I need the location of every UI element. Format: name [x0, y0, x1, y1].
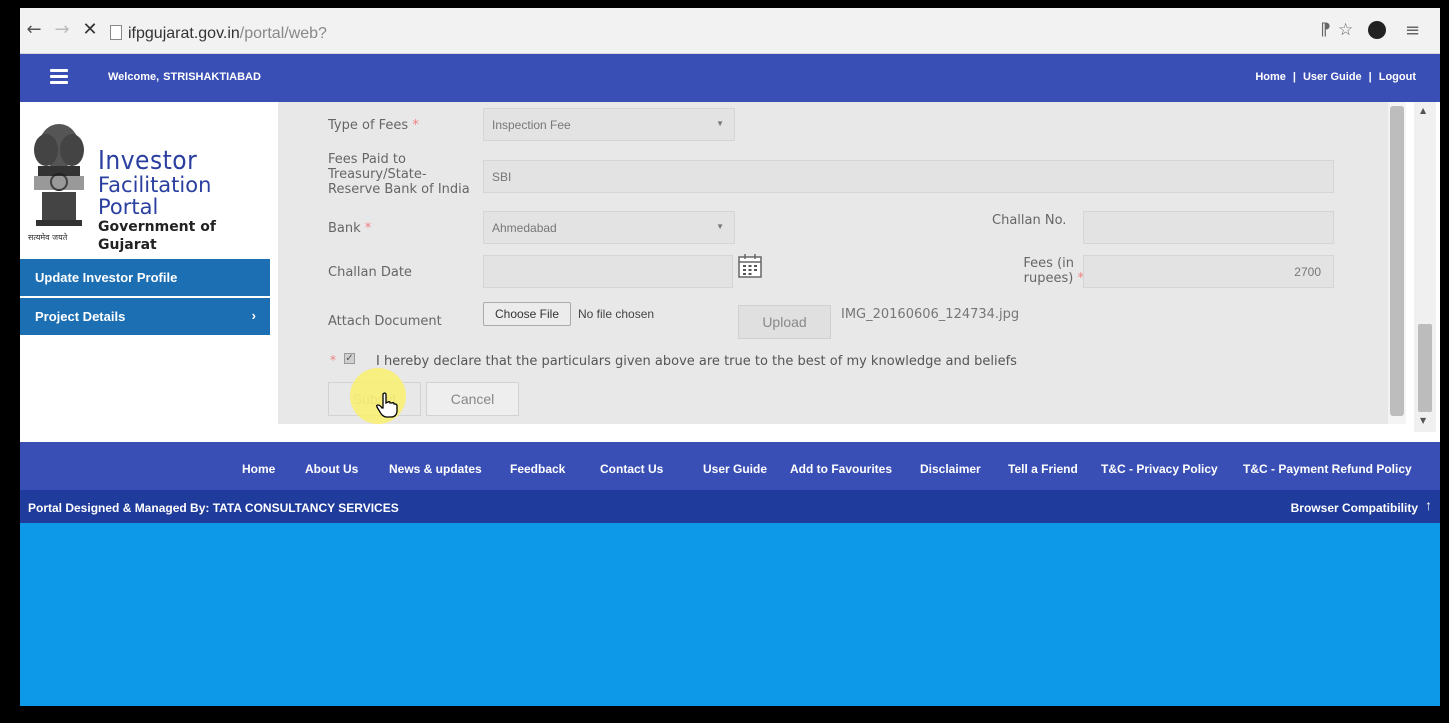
- browser-menu-icon[interactable]: ≡: [1405, 20, 1420, 41]
- fees-value: 2700: [1294, 265, 1321, 279]
- challan-no-label: Challan No.: [992, 213, 1067, 228]
- close-icon[interactable]: ✕: [80, 20, 100, 40]
- footer-link-feedback[interactable]: Feedback: [510, 462, 565, 476]
- form-scrollbar[interactable]: [1388, 102, 1406, 424]
- browser-compatibility-link[interactable]: Browser Compatibility: [1291, 501, 1418, 515]
- calendar-icon[interactable]: [736, 252, 764, 280]
- state-emblem-icon: [34, 124, 84, 226]
- chevron-down-icon: ▼: [716, 119, 724, 128]
- challan-date-label: Challan Date: [328, 265, 412, 280]
- url-path: /portal/web?: [239, 25, 327, 42]
- footer-link-favourites[interactable]: Add to Favourites: [790, 462, 892, 476]
- fees-label: Fees (in rupees) *: [1023, 256, 1084, 286]
- logo-line-1: Investor: [98, 146, 198, 176]
- form-scrollbar-thumb[interactable]: [1390, 106, 1404, 416]
- extension-icon[interactable]: ⁋: [1320, 20, 1331, 40]
- app-header: Welcome, STRISHAKTIABAD Home | User Guide | L…: [20, 54, 1440, 102]
- uploaded-file-name: IMG_20160606_124734.jpg: [841, 307, 1020, 322]
- fees-paid-to-label: Fees Paid to Treasury/State- Reserve Ban…: [328, 152, 470, 197]
- footer-link-news[interactable]: News & updates: [389, 462, 482, 476]
- attach-document-label: Attach Document: [328, 314, 442, 329]
- screen-frame: ← → ✕ ifpgujarat.gov.in/portal/web? ⁋ ☆ …: [0, 0, 1449, 723]
- credits-bar: Portal Designed & Managed By: TATA CONSU…: [20, 490, 1440, 523]
- sidebar-item-project-details[interactable]: Project Details ›: [20, 298, 270, 335]
- page-background: [20, 523, 1440, 706]
- required-marker: *: [330, 353, 336, 367]
- footer-link-tell-friend[interactable]: Tell a Friend: [1008, 462, 1078, 476]
- scroll-up-icon[interactable]: ▲: [1420, 106, 1426, 115]
- hand-pointer-icon: [376, 392, 398, 418]
- username: STRISHAKTIABAD: [163, 71, 261, 83]
- logout-link[interactable]: Logout: [1379, 71, 1416, 83]
- fees-paid-to-field[interactable]: SBI: [483, 160, 1334, 193]
- hamburger-icon[interactable]: [50, 69, 68, 84]
- top-links: Home | User Guide | Logout: [1255, 71, 1416, 83]
- bank-select[interactable]: Ahmedabad ▼: [483, 211, 735, 244]
- page-scrollbar-thumb[interactable]: [1418, 324, 1432, 412]
- type-of-fees-select[interactable]: Inspection Fee ▼: [483, 108, 735, 141]
- bank-value: Ahmedabad: [492, 221, 557, 235]
- cancel-button[interactable]: Cancel: [426, 382, 519, 416]
- main-content: Type of Fees * Inspection Fee ▼ Fees Pai…: [278, 102, 1440, 447]
- credit-text: Portal Designed & Managed By: TATA CONSU…: [28, 501, 399, 515]
- fee-payment-form: Type of Fees * Inspection Fee ▼ Fees Pai…: [278, 102, 1388, 424]
- star-icon[interactable]: ☆: [1338, 20, 1353, 40]
- footer-link-privacy[interactable]: T&C - Privacy Policy: [1101, 462, 1218, 476]
- fees-paid-to-value: SBI: [492, 170, 512, 184]
- type-of-fees-value: Inspection Fee: [492, 118, 571, 132]
- address-bar[interactable]: ifpgujarat.gov.in/portal/web?: [110, 22, 1310, 46]
- upload-button[interactable]: Upload: [738, 305, 831, 339]
- portal-logo[interactable]: Investor Facilitation Portal Government …: [26, 112, 266, 253]
- declaration-text: I hereby declare that the particulars gi…: [376, 354, 1017, 369]
- sidebar-item-label: Update Investor Profile: [35, 270, 178, 285]
- user-guide-link[interactable]: User Guide: [1303, 71, 1362, 83]
- challan-no-field[interactable]: [1083, 211, 1334, 244]
- emblem-motto: सत्यमेव जयते: [28, 233, 68, 242]
- choose-file-button[interactable]: Choose File: [483, 302, 571, 326]
- footer-nav: Home About Us News & updates Feedback Co…: [20, 442, 1440, 490]
- no-file-text: No file chosen: [578, 307, 655, 321]
- browser-window: ← → ✕ ifpgujarat.gov.in/portal/web? ⁋ ☆ …: [20, 8, 1440, 706]
- footer-link-about[interactable]: About Us: [305, 462, 358, 476]
- forward-arrow-icon[interactable]: →: [52, 20, 72, 40]
- back-arrow-icon[interactable]: ←: [24, 20, 44, 40]
- page-icon: [110, 25, 122, 40]
- type-of-fees-label: Type of Fees *: [328, 118, 419, 133]
- chevron-down-icon: ▼: [716, 222, 724, 231]
- footer-link-refund[interactable]: T&C - Payment Refund Policy: [1243, 462, 1412, 476]
- page-scrollbar[interactable]: ▲ ▼: [1414, 102, 1436, 432]
- arrow-up-icon[interactable]: ↑: [1425, 497, 1432, 513]
- sidebar: Investor Facilitation Portal Government …: [20, 102, 270, 442]
- logo-line-3: Government of Gujarat: [98, 219, 216, 253]
- welcome-label: Welcome,: [108, 71, 160, 83]
- footer-link-user-guide[interactable]: User Guide: [703, 462, 767, 476]
- browser-toolbar: ← → ✕ ifpgujarat.gov.in/portal/web? ⁋ ☆ …: [20, 8, 1440, 54]
- profile-icon[interactable]: [1368, 21, 1386, 39]
- home-link[interactable]: Home: [1255, 71, 1286, 83]
- footer-link-home[interactable]: Home: [242, 462, 275, 476]
- footer-link-disclaimer[interactable]: Disclaimer: [920, 462, 981, 476]
- fees-field[interactable]: 2700: [1083, 255, 1334, 288]
- footer-link-contact[interactable]: Contact Us: [600, 462, 663, 476]
- bank-label: Bank *: [328, 221, 372, 236]
- sidebar-item-label: Project Details: [35, 309, 126, 324]
- sidebar-item-update-investor-profile[interactable]: Update Investor Profile: [20, 259, 270, 296]
- chevron-right-icon: ›: [251, 308, 256, 323]
- challan-date-field[interactable]: [483, 255, 733, 288]
- welcome-text: Welcome, STRISHAKTIABAD: [108, 71, 261, 83]
- url-host: ifpgujarat.gov.in: [128, 25, 240, 42]
- declaration-checkbox[interactable]: ✓: [344, 353, 355, 364]
- logo-line-2: Facilitation Portal: [98, 173, 212, 219]
- scroll-down-icon[interactable]: ▼: [1420, 416, 1426, 425]
- logo-text: Investor Facilitation Portal Government …: [98, 148, 266, 254]
